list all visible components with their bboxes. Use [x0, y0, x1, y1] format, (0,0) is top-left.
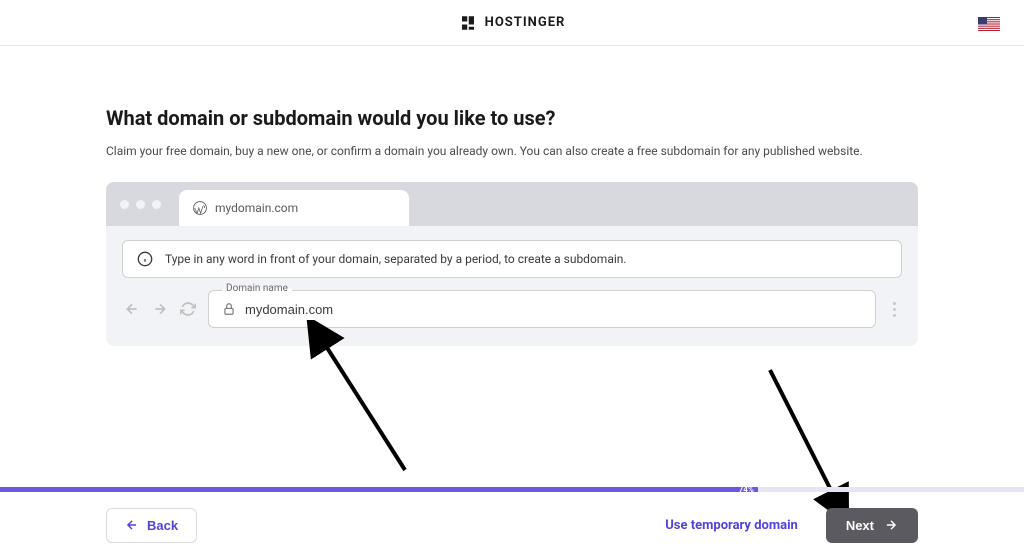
hostinger-logo-icon: [459, 14, 477, 32]
header: HOSTINGER: [0, 0, 1024, 46]
next-button-label: Next: [846, 518, 874, 533]
info-text: Type in any word in front of your domain…: [165, 252, 627, 266]
tab-label: mydomain.com: [215, 201, 298, 215]
window-dot: [152, 200, 161, 209]
refresh-icon: [178, 299, 198, 319]
lock-icon: [222, 302, 236, 316]
browser-mockup: mydomain.com Type in any word in front o…: [106, 182, 918, 346]
back-button-label: Back: [147, 518, 178, 533]
forward-nav-icon: [150, 299, 170, 319]
info-banner: Type in any word in front of your domain…: [122, 240, 902, 278]
language-selector[interactable]: [978, 16, 1000, 30]
domain-input-label: Domain name: [222, 283, 292, 294]
nav-arrows: [122, 299, 198, 319]
page-subtitle: Claim your free domain, buy a new one, o…: [106, 144, 918, 158]
domain-input-wrapper: Domain name: [208, 290, 876, 328]
brand-logo: HOSTINGER: [459, 14, 566, 32]
arrow-left-icon: [125, 518, 139, 532]
url-bar-row: Domain name: [106, 290, 918, 346]
menu-dots-icon: [886, 298, 902, 321]
domain-input[interactable]: [208, 290, 876, 328]
back-nav-icon: [122, 299, 142, 319]
browser-tab-bar: mydomain.com: [106, 182, 918, 226]
window-dot: [136, 200, 145, 209]
footer: Back Use temporary domain Next: [0, 492, 1024, 558]
main-content: What domain or subdomain would you like …: [0, 46, 1024, 346]
back-button[interactable]: Back: [106, 508, 197, 543]
next-button[interactable]: Next: [826, 508, 918, 543]
footer-actions: Use temporary domain Next: [665, 508, 918, 543]
info-icon: [137, 251, 153, 267]
wordpress-icon: [193, 201, 207, 215]
browser-tab: mydomain.com: [179, 190, 409, 226]
page-title: What domain or subdomain would you like …: [106, 106, 918, 130]
us-flag-icon: [978, 17, 1000, 31]
brand-name: HOSTINGER: [485, 15, 566, 30]
arrow-right-icon: [884, 518, 898, 532]
use-temporary-domain-link[interactable]: Use temporary domain: [665, 518, 798, 533]
window-dot: [120, 200, 129, 209]
window-controls: [120, 200, 161, 209]
